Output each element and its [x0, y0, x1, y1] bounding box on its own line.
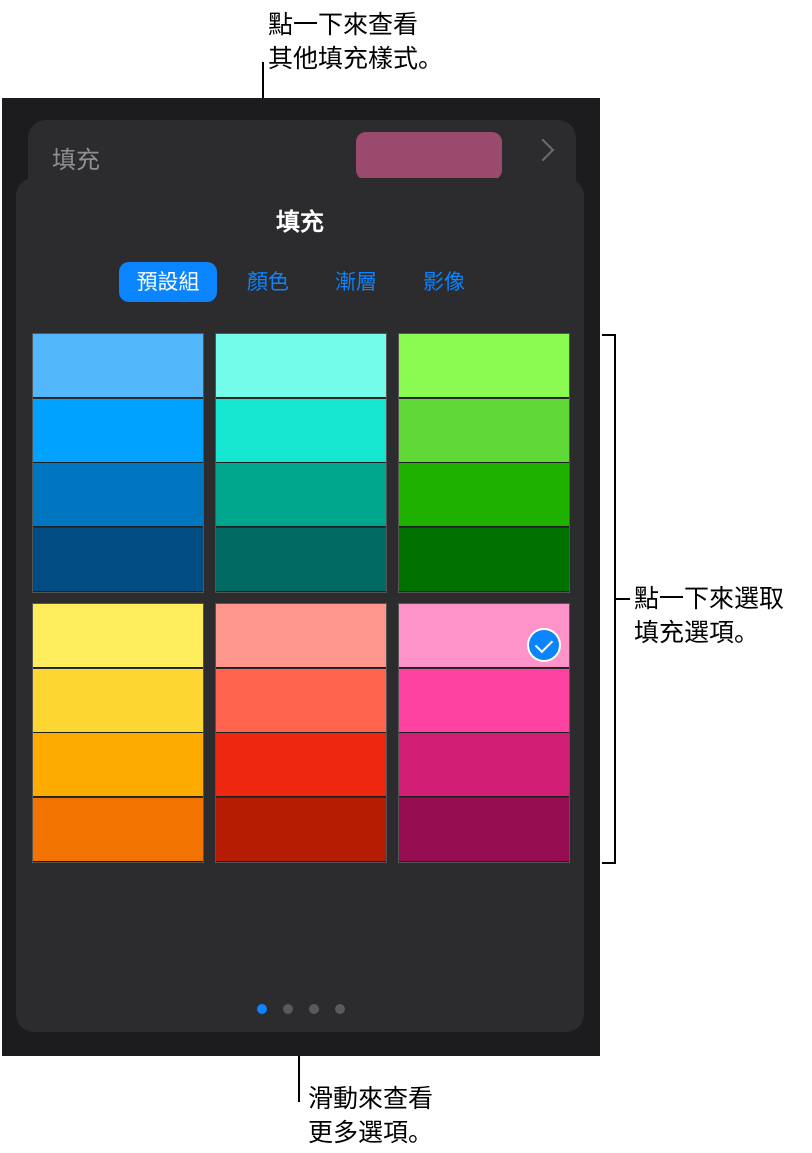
chevron-right-icon — [531, 138, 555, 162]
tab-color[interactable]: 顏色 — [238, 262, 298, 302]
preset-swatch[interactable] — [215, 333, 387, 593]
preset-color-band — [216, 733, 386, 797]
presets-bracket-bottom — [602, 862, 616, 864]
preset-color-band — [399, 334, 569, 398]
preset-color-band — [33, 334, 203, 398]
preset-color-band — [399, 733, 569, 797]
fill-popover: 填充 預設組 顏色 漸層 影像 — [16, 158, 584, 1032]
fill-row-label: 填充 — [52, 146, 100, 174]
preset-color-band — [399, 527, 569, 592]
preset-color-band — [216, 463, 386, 527]
preset-color-band — [399, 668, 569, 733]
preset-color-band — [33, 797, 203, 862]
preset-color-band — [399, 797, 569, 862]
preset-swatch[interactable] — [32, 333, 204, 593]
page-dot-3[interactable] — [309, 1004, 319, 1014]
preset-swatch[interactable] — [398, 603, 570, 863]
fill-color-swatch[interactable] — [356, 132, 502, 180]
checkmark-icon — [527, 628, 561, 662]
tab-image[interactable]: 影像 — [414, 262, 474, 302]
popover-arrow — [295, 158, 335, 178]
preset-color-band — [399, 398, 569, 463]
popover-title: 填充 — [276, 208, 324, 236]
callout-swipe-line2: 更多選項。 — [308, 1118, 434, 1147]
preset-color-band — [33, 463, 203, 527]
preset-color-band — [216, 604, 386, 668]
device-screen: 填充 填充 預設組 顏色 漸層 影像 — [2, 98, 600, 1056]
preset-color-band — [216, 398, 386, 463]
tab-gradient[interactable]: 漸層 — [326, 262, 386, 302]
preset-color-band — [216, 527, 386, 592]
preset-color-band — [33, 398, 203, 463]
presets-bracket-top — [602, 334, 616, 336]
preset-color-band — [216, 797, 386, 862]
preset-color-band — [33, 527, 203, 592]
callout-leader-line — [616, 598, 630, 600]
preset-swatch[interactable] — [32, 603, 204, 863]
page-dot-1[interactable] — [257, 1004, 267, 1014]
callout-tap-styles-line1: 點一下來查看 — [268, 10, 419, 39]
preset-color-band — [33, 604, 203, 668]
page-dot-2[interactable] — [283, 1004, 293, 1014]
callout-swipe-line1: 滑動來查看 — [308, 1084, 434, 1113]
callout-tap-select-line1: 點一下來選取 — [634, 584, 785, 613]
preset-swatch[interactable] — [398, 333, 570, 593]
preset-color-band — [33, 668, 203, 733]
preset-swatch[interactable] — [215, 603, 387, 863]
page-dot-4[interactable] — [335, 1004, 345, 1014]
preset-color-band — [216, 668, 386, 733]
preset-color-band — [33, 733, 203, 797]
tab-presets[interactable]: 預設組 — [119, 262, 217, 302]
preset-color-band — [399, 463, 569, 527]
preset-color-band — [216, 334, 386, 398]
callout-tap-select-line2: 填充選項。 — [634, 618, 760, 647]
callout-tap-styles-line2: 其他填充樣式。 — [268, 44, 444, 73]
